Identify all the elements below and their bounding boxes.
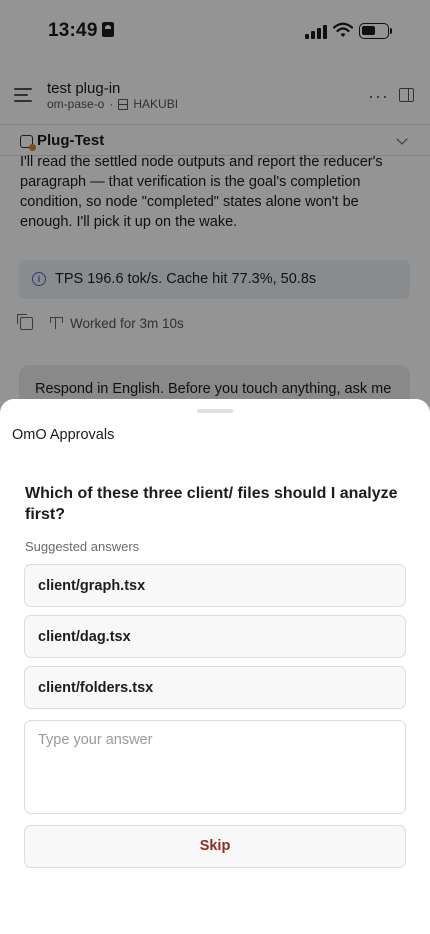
sheet-title: OmO Approvals bbox=[12, 427, 115, 443]
sheet-grabber[interactable] bbox=[197, 409, 233, 413]
question-text: Which of these three client/ files shoul… bbox=[25, 485, 398, 523]
answer-option[interactable]: client/folders.tsx bbox=[24, 666, 406, 709]
approvals-sheet: OmO Approvals Which of these three clien… bbox=[0, 399, 430, 934]
answer-option[interactable]: client/dag.tsx bbox=[24, 615, 406, 658]
suggested-answers-label: Suggested answers bbox=[25, 539, 140, 554]
answer-option[interactable]: client/graph.tsx bbox=[24, 564, 406, 607]
answer-input[interactable] bbox=[24, 720, 406, 814]
skip-button[interactable]: Skip bbox=[24, 825, 406, 868]
